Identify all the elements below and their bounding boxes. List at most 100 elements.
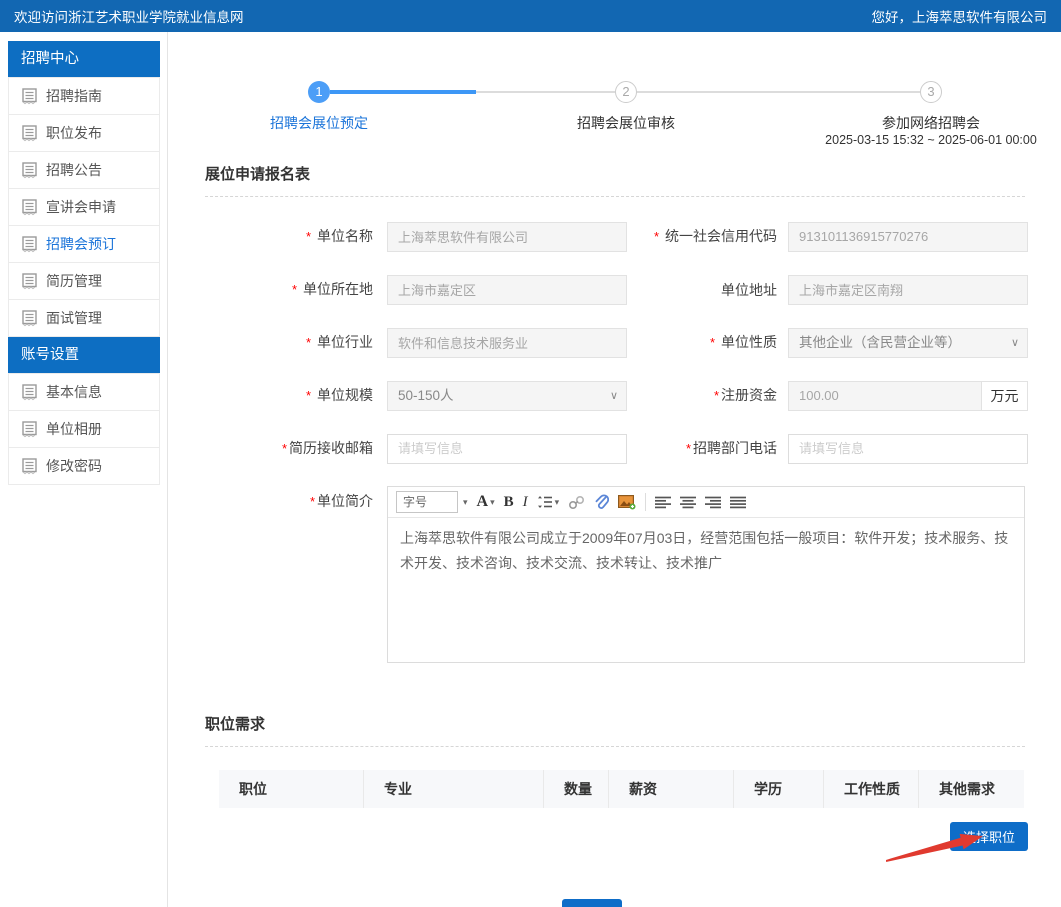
required-mark: * <box>306 335 311 350</box>
unit-intro-editor: 字号 ▾ A▾ B I ▾ <box>387 486 1025 663</box>
sidebar-item-post-position[interactable]: 职位发布 <box>8 114 160 152</box>
sidebar-item-basic-info[interactable]: 基本信息 <box>8 373 160 411</box>
user-greeting[interactable]: 您好，上海萃思软件有限公司 <box>872 6 1048 26</box>
booth-application-form-title: 展位申请报名表 <box>205 163 1025 197</box>
step-2-label: 招聘会展位审核 <box>577 113 675 133</box>
sidebar-item-label: 修改密码 <box>46 456 102 476</box>
col-other-requirements: 其他需求 <box>919 770 1024 808</box>
sidebar-item-interview-management[interactable]: 面试管理 <box>8 299 160 337</box>
unit-industry-label: * 单位行业 <box>205 327 373 358</box>
required-mark: * <box>282 441 287 456</box>
credit-code-field <box>788 222 1028 252</box>
unit-name-label: * 单位名称 <box>205 221 373 252</box>
sidebar-item-label: 单位相册 <box>46 419 102 439</box>
resume-email-field[interactable] <box>387 434 627 464</box>
red-arrow-annotation <box>886 828 986 868</box>
registered-capital-label: *注册资金 <box>627 380 777 411</box>
col-major: 专业 <box>364 770 544 808</box>
align-right-icon[interactable] <box>705 496 721 509</box>
step-3-label: 参加网络招聘会 <box>882 113 980 133</box>
unit-scale-select[interactable]: 50-150人 ∨ <box>387 381 627 411</box>
unit-location-field <box>387 275 627 305</box>
sidebar-item-label: 招聘指南 <box>46 86 102 106</box>
col-job-type: 工作性质 <box>824 770 919 808</box>
required-mark: * <box>306 229 311 244</box>
sidebar-item-info-session[interactable]: 宣讲会申请 <box>8 188 160 226</box>
registered-capital-field <box>789 382 981 410</box>
document-icon <box>22 458 37 475</box>
unit-intro-label: *单位简介 <box>205 486 373 517</box>
unit-scale-label: * 单位规模 <box>205 380 373 411</box>
required-mark: * <box>292 282 297 297</box>
sidebar-group-account-settings: 账号设置 <box>8 337 160 374</box>
editor-toolbar: 字号 ▾ A▾ B I ▾ <box>388 487 1024 518</box>
step-progress-line-done <box>330 90 476 94</box>
unit-nature-select[interactable]: 其他企业（含民营企业等） ∨ <box>788 328 1028 358</box>
credit-code-label: * 统一社会信用代码 <box>627 221 777 252</box>
main-content: 1 2 3 招聘会展位预定 招聘会展位审核 参加网络招聘会 2025-03-15… <box>168 32 1061 907</box>
italic-icon[interactable]: I <box>523 494 528 511</box>
col-quantity: 数量 <box>544 770 609 808</box>
required-mark: * <box>686 441 691 456</box>
sidebar-item-recruit-guide[interactable]: 招聘指南 <box>8 77 160 115</box>
document-icon <box>22 236 37 253</box>
sidebar-item-recruit-notice[interactable]: 招聘公告 <box>8 151 160 189</box>
booking-stepper: 1 2 3 招聘会展位预定 招聘会展位审核 参加网络招聘会 2025-03-15… <box>168 81 1061 143</box>
required-mark: * <box>310 494 315 509</box>
align-left-icon[interactable] <box>655 496 671 509</box>
sidebar-item-company-album[interactable]: 单位相册 <box>8 410 160 448</box>
image-icon[interactable] <box>618 495 636 510</box>
position-requirements-title: 职位需求 <box>205 713 1025 747</box>
step-1-circle: 1 <box>308 81 330 103</box>
step-progress-line-todo <box>637 91 920 93</box>
booth-application-form: * 单位名称 * 统一社会信用代码 * 单位所在地 单位地址 <box>205 221 1025 663</box>
align-center-icon[interactable] <box>680 496 696 509</box>
sidebar: 招聘中心 招聘指南 职位发布 招聘公告 宣讲会申请 招聘会预订 <box>8 41 160 485</box>
step-1-label: 招聘会展位预定 <box>270 113 368 133</box>
chevron-down-icon[interactable]: ▾ <box>463 497 468 508</box>
toolbar-divider <box>645 493 646 511</box>
unit-address-field <box>788 275 1028 305</box>
submit-button[interactable]: 提交 <box>562 899 622 907</box>
document-icon <box>22 162 37 179</box>
required-mark: * <box>714 388 719 403</box>
bold-icon[interactable]: B <box>504 494 514 511</box>
submit-row: 提交 <box>168 899 1061 907</box>
sidebar-item-label: 基本信息 <box>46 382 102 402</box>
unit-address-label: 单位地址 <box>627 275 777 305</box>
step-3-circle: 3 <box>920 81 942 103</box>
sidebar-item-label: 招聘会预订 <box>46 234 116 254</box>
font-size-select[interactable]: 字号 <box>396 491 458 513</box>
resume-email-label: *简历接收邮箱 <box>205 433 373 464</box>
unit-name-field <box>387 222 627 252</box>
site-welcome-text: 欢迎访问浙江艺术职业学院就业信息网 <box>14 6 244 26</box>
recruit-phone-field[interactable] <box>788 434 1028 464</box>
document-icon <box>22 125 37 142</box>
align-justify-icon[interactable] <box>730 496 746 509</box>
unlink-icon[interactable] <box>568 495 585 510</box>
sidebar-item-job-fair-booking[interactable]: 招聘会预订 <box>8 225 160 263</box>
sidebar-item-label: 职位发布 <box>46 123 102 143</box>
recruit-phone-label: *招聘部门电话 <box>627 433 777 464</box>
sidebar-item-label: 招聘公告 <box>46 160 102 180</box>
chevron-down-icon: ∨ <box>1011 329 1019 357</box>
document-icon <box>22 199 37 216</box>
sidebar-column: 招聘中心 招聘指南 职位发布 招聘公告 宣讲会申请 招聘会预订 <box>0 32 168 907</box>
unit-location-label: * 单位所在地 <box>205 274 373 305</box>
registered-capital-group: 万元 <box>788 381 1028 411</box>
document-icon <box>22 88 37 105</box>
sidebar-item-change-password[interactable]: 修改密码 <box>8 447 160 485</box>
col-position: 职位 <box>219 770 364 808</box>
positions-table-header: 职位 专业 数量 薪资 学历 工作性质 其他需求 <box>219 770 1024 808</box>
required-mark: * <box>654 229 659 244</box>
attachment-icon[interactable] <box>594 494 609 510</box>
col-education: 学历 <box>734 770 824 808</box>
unit-nature-label: * 单位性质 <box>627 327 777 358</box>
document-icon <box>22 421 37 438</box>
capital-unit-suffix: 万元 <box>981 382 1027 410</box>
unit-intro-content[interactable]: 上海萃思软件有限公司成立于2009年07月03日，经营范围包括一般项目：软件开发… <box>388 518 1024 662</box>
col-salary: 薪资 <box>609 770 734 808</box>
line-height-icon[interactable]: ▾ <box>537 495 560 509</box>
sidebar-item-resume-management[interactable]: 简历管理 <box>8 262 160 300</box>
font-color-icon[interactable]: A▾ <box>477 493 495 511</box>
